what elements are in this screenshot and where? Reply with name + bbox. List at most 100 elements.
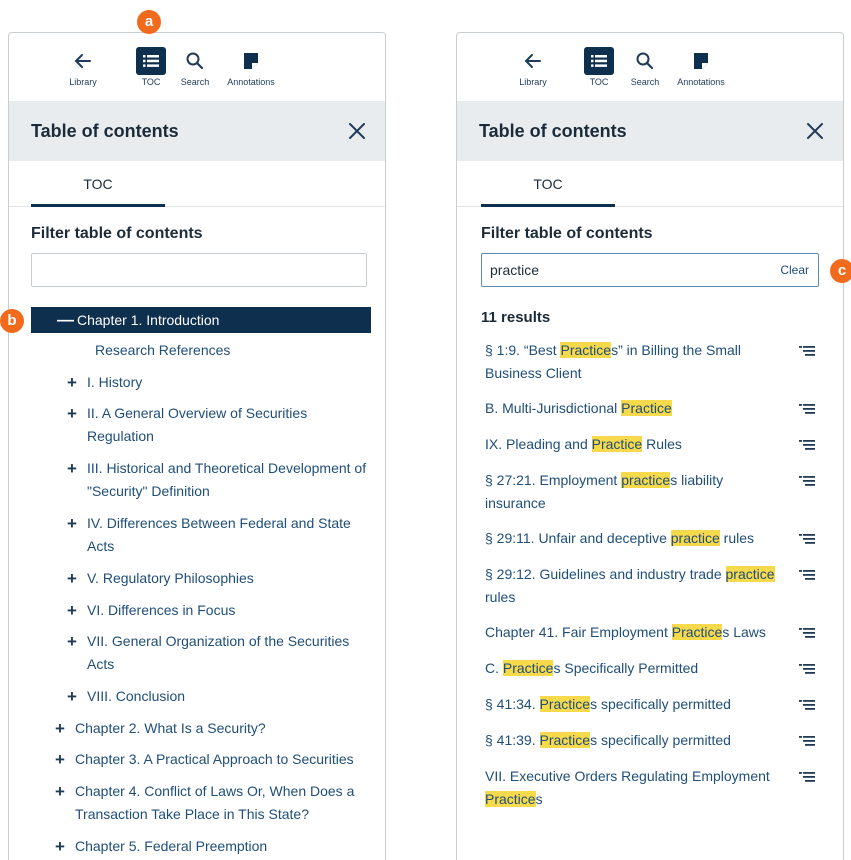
list-icon [584, 47, 614, 75]
close-icon[interactable] [347, 121, 367, 141]
toc-lines-icon[interactable] [799, 735, 815, 747]
toc-lines-icon[interactable] [799, 771, 815, 783]
library-label: Library [519, 77, 547, 87]
annotations-label: Annotations [227, 77, 275, 87]
toc-lines-icon[interactable] [799, 569, 815, 581]
badge-a: a [137, 10, 161, 34]
search-result-item[interactable]: IX. Pleading and Practice Rules [485, 433, 775, 456]
toc-item-chapter-5[interactable]: + Chapter 5. Federal Preemption [55, 835, 375, 858]
result-text-before: Chapter 41. Fair Employment [485, 624, 672, 640]
toc-item-general-organization[interactable]: + VII. General Organization of the Secur… [67, 630, 367, 676]
toc-item-chapter-4[interactable]: + Chapter 4. Conflict of Laws Or, When D… [55, 780, 375, 826]
toc-lines-icon[interactable] [799, 403, 815, 415]
filter-input[interactable] [31, 253, 367, 287]
result-text-before: § 41:34. [485, 696, 540, 712]
toc-item-historical-development[interactable]: + III. Historical and Theoretical Develo… [67, 457, 377, 503]
tab-toc[interactable]: TOC [481, 161, 615, 207]
result-text-after: s specifically permitted [590, 732, 731, 748]
library-label: Library [69, 77, 97, 87]
toc-lines-icon[interactable] [799, 699, 815, 711]
arrow-left-icon [524, 54, 541, 68]
tab-bar: TOC [457, 161, 843, 207]
result-highlight: Practice [539, 696, 591, 712]
result-highlight: Practice [502, 660, 554, 676]
library-button[interactable]: Library [55, 47, 111, 87]
search-icon [186, 52, 204, 70]
search-result-item[interactable]: VII. Executive Orders Regulating Employm… [485, 765, 775, 811]
search-result-item[interactable]: § 1:9. “Best Practices” in Billing the S… [485, 339, 775, 385]
search-result-item[interactable]: C. Practices Specifically Permitted [485, 657, 775, 680]
result-text-before: § 29:12. Guidelines and industry trade [485, 566, 726, 582]
results-count: 11 results [481, 309, 551, 326]
result-text-before: C. [485, 660, 503, 676]
result-text-after: Rules [642, 436, 682, 452]
filter-label: Filter table of contents [31, 225, 203, 242]
panel-header: Table of contents [9, 101, 385, 161]
badge-b: b [0, 309, 24, 333]
result-text-before: IX. Pleading and [485, 436, 592, 452]
search-icon [636, 52, 654, 70]
result-text-after: s specifically permitted [590, 696, 731, 712]
search-result-item[interactable]: § 29:12. Guidelines and industry trade p… [485, 563, 775, 609]
filter-input[interactable] [481, 253, 819, 287]
annotations-button[interactable]: Annotations [673, 47, 729, 87]
result-text-after: s [535, 791, 543, 807]
toolbar: Library TOC Search Annotations [457, 33, 843, 101]
badge-c: c [830, 259, 851, 283]
search-result-item[interactable]: § 29:11. Unfair and deceptive practice r… [485, 527, 775, 550]
tab-toc[interactable]: TOC [31, 161, 165, 207]
result-text-after: s Laws [722, 624, 766, 640]
search-result-item[interactable]: B. Multi-Jurisdictional Practice [485, 397, 775, 420]
result-text-before: VII. Executive Orders Regulating Employm… [485, 768, 770, 784]
list-icon [136, 47, 166, 75]
toc-lines-icon[interactable] [799, 663, 815, 675]
search-result-item[interactable]: § 27:21. Employment practices liability … [485, 469, 775, 515]
result-text-after: rules [719, 530, 755, 546]
search-result-item[interactable]: § 41:39. Practices specifically permitte… [485, 729, 775, 752]
toc-item-differences-acts[interactable]: + IV. Differences Between Federal and St… [67, 512, 367, 558]
toc-item-chapter-1[interactable]: — Chapter 1. Introduction [31, 307, 371, 333]
toc-item-conclusion[interactable]: + VIII. Conclusion [67, 685, 367, 708]
toc-lines-icon[interactable] [799, 475, 815, 487]
result-highlight: Practice [560, 342, 612, 358]
result-text-before: § 41:39. [485, 732, 540, 748]
library-button[interactable]: Library [505, 47, 561, 87]
toc-lines-icon[interactable] [799, 345, 815, 357]
toc-item-research-references[interactable]: Research References [95, 339, 365, 362]
close-icon[interactable] [805, 121, 825, 141]
arrow-left-icon [74, 54, 91, 68]
search-label: Search [630, 77, 660, 87]
toc-lines-icon[interactable] [799, 627, 815, 639]
result-highlight: Practice [591, 436, 643, 452]
result-highlight: Practice [485, 791, 536, 807]
result-highlight: practice [725, 566, 775, 582]
annotations-button[interactable]: Annotations [223, 47, 279, 87]
panel-title: Table of contents [31, 120, 179, 141]
search-result-item[interactable]: Chapter 41. Fair Employment Practices La… [485, 621, 775, 644]
toolbar: Library TOC Search Annotations [9, 33, 385, 101]
search-result-item[interactable]: § 41:34. Practices specifically permitte… [485, 693, 775, 716]
toc-item-regulatory-philosophies[interactable]: + V. Regulatory Philosophies [67, 567, 367, 590]
panel-title: Table of contents [479, 120, 627, 141]
search-button[interactable]: Search [167, 47, 223, 87]
result-highlight: Practice [539, 732, 591, 748]
result-text-before: B. Multi-Jurisdictional [485, 400, 622, 416]
panel-header: Table of contents [457, 101, 843, 161]
annotations-label: Annotations [677, 77, 725, 87]
toc-panel-left: Library TOC Search Annotations Table of … [8, 32, 386, 860]
note-icon [694, 53, 708, 69]
search-label: Search [180, 77, 210, 87]
toc-item-chapter-3[interactable]: + Chapter 3. A Practical Approach to Sec… [55, 748, 377, 771]
note-icon [244, 53, 258, 69]
result-highlight: practice [621, 472, 671, 488]
clear-button[interactable]: Clear [780, 263, 809, 277]
toc-lines-icon[interactable] [799, 533, 815, 545]
toc-item-history[interactable]: + I. History [67, 371, 367, 394]
toc-item-overview[interactable]: + II. A General Overview of Securities R… [67, 402, 367, 448]
toc-item-differences-focus[interactable]: + VI. Differences in Focus [67, 599, 367, 622]
toc-item-chapter-2[interactable]: + Chapter 2. What Is a Security? [55, 717, 375, 740]
result-text-before: § 1:9. “Best [485, 342, 561, 358]
result-highlight: Practice [671, 624, 723, 640]
search-button[interactable]: Search [617, 47, 673, 87]
toc-lines-icon[interactable] [799, 439, 815, 451]
